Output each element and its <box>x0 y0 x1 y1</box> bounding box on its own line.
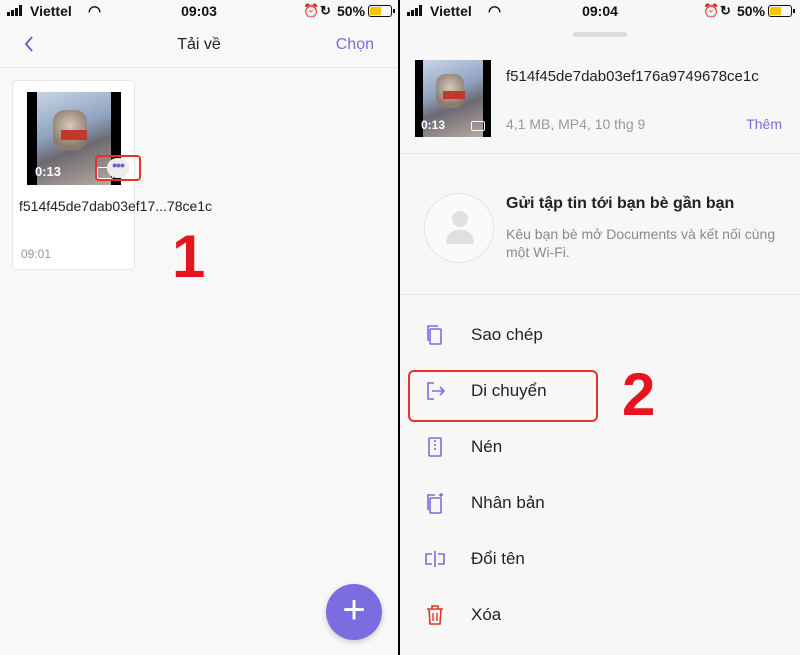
video-thumbnail: 0:13 <box>415 60 491 137</box>
more-options-button[interactable]: ••• <box>95 155 141 181</box>
menu-item-compress[interactable]: Nén <box>400 420 800 476</box>
battery-icon <box>368 5 395 17</box>
highlight-box <box>408 370 598 422</box>
copy-icon <box>427 325 442 345</box>
nav-bar: Tải về Chọn <box>0 22 398 68</box>
person-icon <box>424 193 494 263</box>
nearby-description: Kêu bạn bè mở Documents và kết nối cùng … <box>506 226 776 260</box>
more-icon[interactable]: ••• <box>107 158 129 178</box>
select-button[interactable]: Chọn <box>336 36 374 54</box>
menu-item-rename[interactable]: Đổi tên <box>400 532 800 588</box>
menu-item-label: Nén <box>471 437 503 456</box>
action-sheet-screen: Viettel ◠ 09:04 ⏰ ↻ 50% 0:13 f514f45de7d… <box>400 0 800 655</box>
nearby-share[interactable]: Gửi tập tin tới bạn bè gần bạn Kêu bạn b… <box>400 155 800 295</box>
file-time: 09:01 <box>21 247 52 261</box>
add-button[interactable]: + <box>326 584 382 640</box>
battery-icon <box>768 5 795 17</box>
rotation-lock-icon: ↻ <box>720 3 731 18</box>
battery-percent: 50% <box>337 3 366 19</box>
battery-percent: 50% <box>737 3 766 19</box>
more-info-button[interactable]: Thêm <box>746 116 782 132</box>
video-duration: 0:13 <box>35 164 62 179</box>
plus-icon: + <box>342 588 366 632</box>
file-meta: 4,1 MB, MP4, 10 thg 9 <box>506 116 646 132</box>
menu-item-label: Đổi tên <box>471 549 525 568</box>
menu-item-copy[interactable]: Sao chép <box>400 308 800 364</box>
menu-item-label: Sao chép <box>471 325 543 344</box>
duplicate-icon <box>427 493 443 514</box>
sheet-grabber[interactable] <box>573 32 627 37</box>
status-bar: Viettel ◠ 09:03 ⏰ ↻ 50% <box>0 0 398 22</box>
sheet-file-header: 0:13 f514f45de7dab03ef176a9749678ce1c 4,… <box>400 44 800 154</box>
rotation-lock-icon: ↻ <box>320 3 331 18</box>
menu-item-label: Xóa <box>471 605 502 624</box>
zip-icon <box>428 437 442 457</box>
status-bar: Viettel ◠ 09:04 ⏰ ↻ 50% <box>400 0 800 22</box>
rename-icon <box>425 551 445 567</box>
nearby-title: Gửi tập tin tới bạn bè gần bạn <box>506 195 735 212</box>
file-name: f514f45de7dab03ef176a9749678ce1c <box>506 68 759 85</box>
alarm-icon: ⏰ <box>703 3 720 18</box>
scarf-shape <box>61 130 87 140</box>
menu-item-delete[interactable]: Xóa <box>400 588 800 644</box>
alarm-icon: ⏰ <box>303 3 320 18</box>
video-duration: 0:13 <box>421 118 446 132</box>
file-name: f514f45de7dab03ef17...78ce1c <box>19 198 213 214</box>
step-number: 2 <box>622 361 656 428</box>
video-icon <box>471 121 485 131</box>
step-number: 1 <box>172 223 206 290</box>
menu-item-label: Nhân bản <box>471 493 545 512</box>
trash-icon <box>427 605 443 625</box>
menu-item-duplicate[interactable]: Nhân bản <box>400 476 800 532</box>
scarf-shape <box>443 91 465 99</box>
downloads-screen: Viettel ◠ 09:03 ⏰ ↻ 50% Tải về Chọn 0:13… <box>0 0 398 655</box>
